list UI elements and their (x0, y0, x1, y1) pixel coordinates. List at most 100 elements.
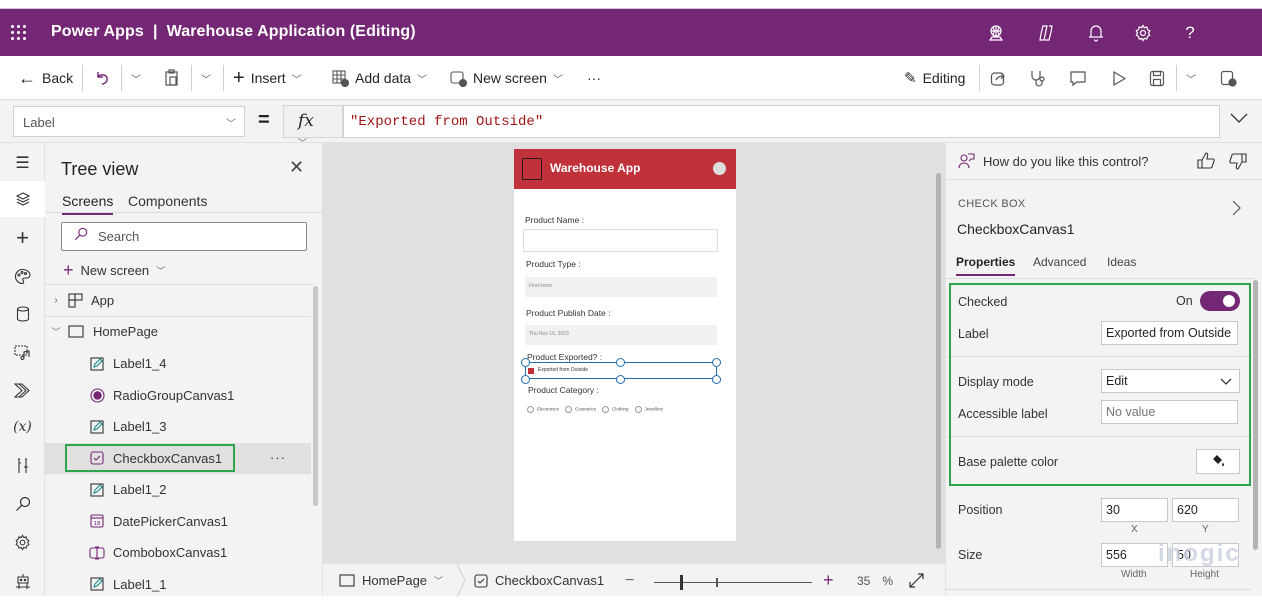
app-header: Warehouse App (514, 149, 736, 189)
new-screen-button[interactable]: New screen ﹀ (450, 56, 563, 100)
radio-option[interactable]: Jewellery (635, 406, 664, 413)
formula-bar: Label ﹀ = fx ﹀ "Exported from Outside" (0, 100, 1262, 148)
equals-sign: = (258, 109, 270, 131)
avatar (713, 162, 726, 175)
search-placeholder: Search (98, 229, 140, 244)
product-type-label: Product Type : (526, 259, 581, 269)
app-checker-button[interactable] (1030, 56, 1047, 100)
copilot-icon[interactable] (1034, 21, 1058, 45)
fx-button[interactable]: fx ﹀ (283, 105, 343, 148)
tab-properties[interactable]: Properties (956, 255, 1016, 276)
zoom-slider[interactable] (654, 582, 812, 583)
position-x-input[interactable]: 30 (1101, 498, 1168, 522)
theme-palette-icon[interactable] (0, 258, 45, 294)
property-dropdown[interactable]: Label ﹀ (13, 106, 245, 137)
zoom-slider-thumb[interactable] (680, 575, 683, 590)
tree-item[interactable]: Label1_3 (45, 411, 311, 442)
thumbs-down-icon[interactable] (1229, 153, 1247, 170)
tree-node-homepage[interactable]: ﹀ HomePage (45, 316, 311, 347)
preview-button[interactable] (1111, 56, 1127, 100)
environment-icon[interactable] (984, 21, 1008, 45)
advanced-tools-icon[interactable] (0, 448, 45, 484)
menu-icon[interactable]: ☰ (0, 145, 45, 181)
save-dropdown[interactable]: ﹀ (1186, 56, 1196, 100)
category-radio-group[interactable]: Electronics Cosmetics Clothing Jewellery (527, 406, 663, 413)
comments-button[interactable] (1069, 56, 1087, 100)
tree-scrollbar[interactable] (313, 286, 318, 506)
product-exported-label: Product Exported? : (527, 352, 603, 362)
variables-icon[interactable]: (x) (0, 409, 45, 445)
undo-button[interactable] (94, 56, 110, 100)
resize-handle[interactable] (616, 358, 625, 367)
formula-input[interactable]: "Exported from Outside" (343, 105, 1220, 138)
chevron-right-icon[interactable] (1232, 200, 1242, 216)
position-y-input[interactable]: 620 (1172, 498, 1239, 522)
paste-dropdown[interactable]: ﹀ (201, 56, 211, 100)
tree-item[interactable]: Label1_2 (45, 474, 311, 505)
tree-item[interactable]: Label1_1 (45, 569, 311, 600)
fit-to-window-button[interactable] (909, 564, 924, 597)
editing-button[interactable]: ✎ Editing (904, 56, 965, 100)
save-button[interactable] (1149, 56, 1165, 100)
power-automate-icon[interactable] (0, 372, 45, 408)
settings-icon[interactable] (1131, 21, 1155, 45)
tree-item[interactable]: ComboboxCanvas1 (45, 537, 311, 568)
tree-search-input[interactable]: Search (61, 222, 307, 251)
screen-breadcrumb[interactable]: HomePage ﹀ (339, 564, 443, 597)
tree-item[interactable]: Label1_4 (45, 348, 311, 379)
paste-button[interactable] (164, 56, 180, 100)
chevron-down-icon: ﹀ (434, 576, 444, 586)
tree-item-label: Label1_3 (113, 419, 167, 434)
zoom-in-button[interactable]: + (823, 564, 834, 597)
settings-icon[interactable] (0, 524, 45, 560)
product-name-input[interactable] (523, 229, 718, 252)
publish-date-picker[interactable]: Thu Nov 16, 2023 (525, 325, 717, 345)
control-name[interactable]: CheckboxCanvas1 (957, 221, 1075, 237)
insert-icon[interactable]: + (0, 220, 45, 256)
close-icon[interactable]: ✕ (289, 157, 304, 178)
radio-option[interactable]: Cosmetics (565, 406, 596, 413)
product-type-combobox[interactable]: Find items (525, 277, 717, 297)
back-button[interactable]: ← Back (18, 56, 73, 100)
undo-dropdown[interactable]: ﹀ (131, 56, 141, 100)
help-icon[interactable]: ? (1178, 21, 1202, 45)
radio-option[interactable]: Electronics (527, 406, 559, 413)
copilot-bot-icon[interactable] (0, 563, 45, 599)
tree-view-icon[interactable] (0, 181, 45, 217)
data-icon[interactable] (0, 296, 45, 332)
thumbs-up-icon[interactable] (1197, 152, 1215, 169)
tree-node-app[interactable]: › App (45, 285, 311, 316)
search-icon[interactable] (0, 486, 45, 522)
control-breadcrumb[interactable]: CheckboxCanvas1 (474, 564, 604, 597)
resize-handle[interactable] (712, 375, 721, 384)
share-button[interactable] (990, 56, 1007, 100)
resize-handle[interactable] (521, 375, 530, 384)
resize-handle[interactable] (521, 358, 530, 367)
app-launcher-icon[interactable] (11, 25, 27, 41)
notifications-icon[interactable] (1084, 21, 1108, 45)
separator (223, 65, 224, 91)
more-options-button[interactable]: ··· (270, 450, 286, 465)
zoom-out-button[interactable]: − (625, 564, 634, 597)
more-commands-button[interactable]: ··· (587, 56, 601, 100)
new-screen-button[interactable]: + New screen ﹀ (63, 260, 165, 281)
publish-button[interactable] (1220, 56, 1237, 100)
add-data-button[interactable]: Add data ﹀ (332, 56, 427, 100)
media-icon[interactable] (0, 334, 45, 370)
tab-ideas[interactable]: Ideas (1107, 255, 1136, 269)
tab-components[interactable]: Components (128, 193, 207, 209)
radio-option[interactable]: Clothing (602, 406, 629, 413)
resize-handle[interactable] (712, 358, 721, 367)
tab-advanced[interactable]: Advanced (1033, 255, 1086, 269)
exported-checkbox[interactable] (528, 368, 534, 374)
canvas-scrollbar[interactable] (936, 173, 941, 549)
tree-view-title: Tree view (61, 159, 139, 179)
tree-item[interactable]: CheckboxCanvas1 ··· (45, 442, 311, 474)
resize-handle[interactable] (616, 375, 625, 384)
chevron-down-icon: ﹀ (1186, 74, 1196, 86)
tree-item[interactable]: RadioGroupCanvas1 (45, 380, 311, 411)
expand-formula-button[interactable] (1230, 110, 1248, 126)
tree-item[interactable]: 18 DatePickerCanvas1 (45, 506, 311, 537)
insert-button[interactable]: + Insert ﹀ (233, 56, 302, 100)
properties-scrollbar[interactable] (1253, 280, 1258, 550)
